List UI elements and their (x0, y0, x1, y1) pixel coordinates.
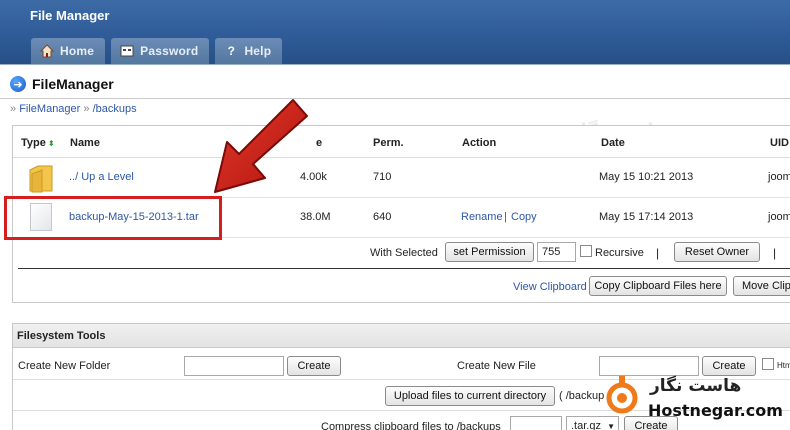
tab-help[interactable]: ? Help (215, 38, 283, 64)
compress-label: Compress clipboard files to /backups (321, 421, 501, 430)
row-name-link[interactable]: ../ Up a Level (69, 171, 134, 183)
copy-clipboard-button[interactable]: Copy Clipboard Files here (589, 276, 727, 296)
heading-divider (0, 98, 790, 99)
th-uid[interactable]: UID (770, 137, 789, 149)
th-date[interactable]: Date (601, 137, 625, 149)
upload-path: ( /backup (559, 390, 605, 402)
page-title: FileManager (32, 76, 114, 92)
row-perm: 640 (373, 211, 392, 223)
permission-input[interactable]: 755 (537, 242, 576, 262)
top-bar: File Manager Home Password ? Help (0, 0, 790, 64)
breadcrumb: » FileManager » /backups (10, 103, 137, 115)
create-file-label: Create New File (457, 360, 536, 372)
table-header: Type ⬍ Name e Perm. Action Date UID (13, 126, 790, 158)
breadcrumb-prefix: » (10, 103, 17, 115)
th-perm[interactable]: Perm. (373, 137, 404, 149)
separator: | (773, 246, 777, 260)
tab-password[interactable]: Password (111, 38, 210, 64)
key-icon (120, 44, 134, 58)
with-selected-label: With Selected (370, 247, 438, 259)
format-select[interactable]: .tar.gz ▼ (566, 416, 619, 430)
hostnegar-logo-icon (606, 376, 638, 414)
tab-home[interactable]: Home (31, 38, 106, 64)
tab-help-label: Help (244, 44, 272, 58)
watermark-persian: هاست نگار (650, 376, 742, 396)
set-permission-button[interactable]: set Permission (445, 242, 534, 262)
arrow-right-icon: ➜ (10, 76, 26, 92)
html-checkbox[interactable] (762, 358, 774, 370)
section-divider (18, 268, 790, 269)
fs-tools-header: Filesystem Tools (13, 324, 790, 348)
create-folder-button[interactable]: Create (287, 356, 341, 376)
html-label: Htm (777, 361, 790, 370)
upload-button[interactable]: Upload files to current directory (385, 386, 555, 406)
breadcrumb-current[interactable]: /backups (93, 103, 137, 115)
folder-icon (29, 165, 53, 193)
annotation-arrow-icon (214, 99, 308, 193)
page-heading: ➜ FileManager (10, 76, 114, 92)
tab-password-label: Password (140, 44, 199, 58)
move-clipboard-button[interactable]: Move Clip (733, 276, 790, 296)
new-folder-input[interactable] (184, 356, 284, 376)
watermark-brand: Hostnegar.com (648, 401, 783, 420)
th-type[interactable]: Type ⬍ (21, 137, 55, 149)
recursive-label: Recursive (595, 247, 644, 259)
highlight-box (4, 196, 222, 240)
th-name[interactable]: Name (70, 137, 100, 149)
row-uid: joom (768, 171, 790, 183)
archive-name-input[interactable] (510, 416, 562, 430)
separator: | (656, 246, 660, 260)
app-title: File Manager (30, 8, 110, 23)
table-row: ../ Up a Level 4.00k 710 May 15 10:21 20… (13, 158, 790, 198)
format-value: .tar.gz (571, 420, 601, 430)
row-uid: joom (768, 211, 790, 223)
row-size: 38.0M (300, 211, 331, 223)
reset-owner-button[interactable]: Reset Owner (674, 242, 760, 262)
fs-tools-title: Filesystem Tools (17, 330, 106, 342)
question-icon: ? (227, 44, 236, 58)
rename-link[interactable]: Rename (461, 211, 503, 223)
breadcrumb-root[interactable]: FileManager (19, 103, 80, 115)
breadcrumb-sep: » (83, 103, 90, 115)
topbar-border (0, 64, 790, 65)
action-separator: | (504, 211, 507, 223)
main-tabs: Home Password ? Help (31, 38, 283, 64)
row-date: May 15 10:21 2013 (599, 171, 694, 183)
view-clipboard-link[interactable]: View Clipboard (513, 281, 587, 293)
create-folder-label: Create New Folder (18, 360, 111, 372)
row-perm: 710 (373, 171, 392, 183)
create-file-button[interactable]: Create (702, 356, 756, 376)
recursive-checkbox[interactable] (580, 245, 592, 257)
home-icon (40, 44, 54, 58)
tab-home-label: Home (60, 44, 95, 58)
copy-link[interactable]: Copy (511, 211, 537, 223)
th-action: Action (462, 137, 497, 149)
chevron-down-icon: ▼ (607, 421, 615, 430)
row-date: May 15 17:14 2013 (599, 211, 694, 223)
sort-icon: ⬍ (47, 139, 55, 148)
